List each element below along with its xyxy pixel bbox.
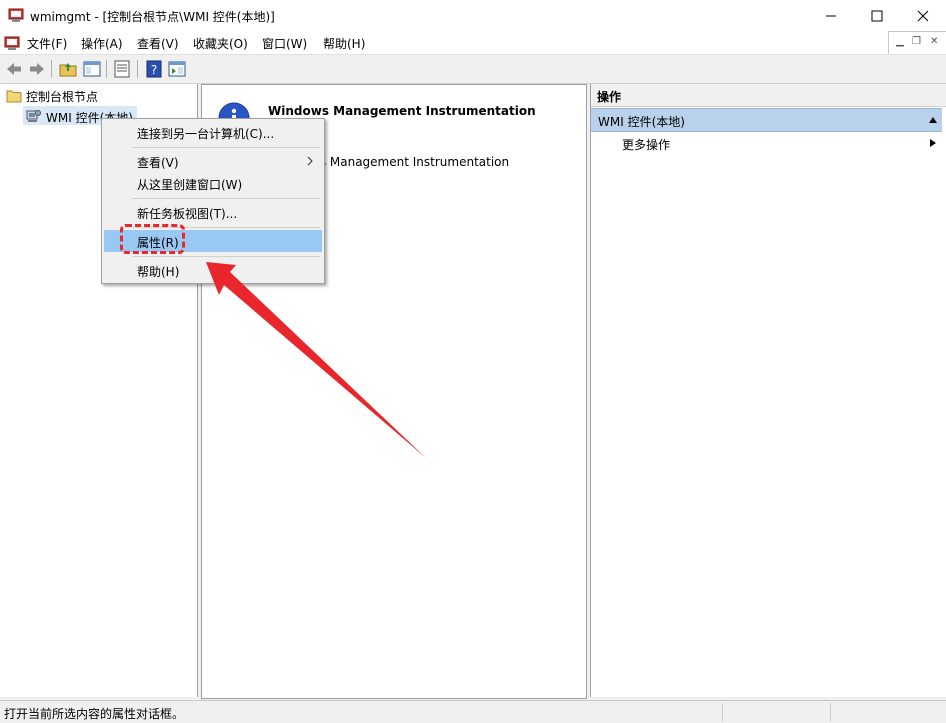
status-text: 打开当前所选内容的属性对话框。 (4, 707, 185, 721)
chevron-right-icon (307, 156, 313, 166)
menu-new-window-from-here[interactable]: 从这里创建窗口(W) (104, 172, 322, 194)
system-menu-icon[interactable] (4, 35, 20, 51)
folder-icon (6, 90, 22, 103)
close-button[interactable] (900, 0, 946, 31)
status-divider (830, 703, 831, 721)
center-description: ws Management Instrumentation (310, 155, 510, 169)
maximize-button[interactable] (854, 0, 900, 31)
toolbar-separator (137, 60, 138, 78)
context-menu: 连接到另一台计算机(C)... 查看(V) 从这里创建窗口(W) 新任务板视图(… (101, 118, 325, 284)
menu-view-submenu[interactable]: 查看(V) (104, 150, 322, 172)
actions-group-label: WMI 控件(本地) (598, 115, 685, 129)
menu-separator (132, 198, 320, 199)
menu-item-label: 新任务板视图(T)... (137, 207, 238, 221)
menu-item-label: 连接到另一台计算机(C)... (137, 127, 275, 141)
maximize-icon (871, 10, 883, 21)
menu-favorites[interactable]: 收藏夹(O) (193, 35, 248, 52)
actions-group-wmi[interactable]: WMI 控件(本地) (591, 108, 942, 132)
back-arrow-icon[interactable] (4, 59, 24, 79)
menu-window[interactable]: 窗口(W) (262, 35, 307, 52)
app-icon (8, 8, 24, 22)
svg-text:?: ? (151, 63, 157, 77)
minimize-button[interactable] (808, 0, 854, 31)
menu-item-label: 帮助(H) (137, 265, 180, 279)
forward-arrow-icon[interactable] (27, 59, 47, 79)
menu-help[interactable]: 帮助(H) (323, 35, 365, 52)
help-icon[interactable]: ? (144, 59, 164, 79)
menu-help-item[interactable]: 帮助(H) (104, 259, 322, 281)
menu-action[interactable]: 操作(A) (81, 35, 123, 52)
mdi-minimize-icon[interactable]: ▁ (896, 36, 904, 47)
toolbar: ? (0, 54, 946, 84)
menu-bar: 文件(F) 操作(A) 查看(V) 收藏夹(O) 窗口(W) 帮助(H) (0, 31, 946, 54)
action-more-actions[interactable]: 更多操作 (595, 132, 943, 152)
collapse-triangle-icon[interactable] (928, 116, 938, 124)
center-heading: Windows Management Instrumentation (268, 104, 536, 118)
title-bar: wmimgmt - [控制台根节点\WMI 控件(本地)] (0, 0, 946, 31)
up-folder-icon[interactable] (58, 59, 78, 79)
show-hide-tree-icon[interactable] (82, 59, 102, 79)
close-icon (917, 10, 929, 21)
export-list-icon[interactable] (112, 59, 132, 79)
minimize-icon (826, 15, 836, 16)
toolbar-separator (51, 60, 52, 78)
actions-header: 操作 (591, 84, 946, 107)
actions-header-label: 操作 (597, 90, 622, 104)
status-bar: 打开当前所选内容的属性对话框。 (0, 700, 946, 723)
status-divider (722, 703, 723, 721)
show-hide-action-pane-icon[interactable] (167, 59, 187, 79)
menu-item-label: 从这里创建窗口(W) (137, 178, 243, 192)
menu-separator (132, 147, 320, 148)
menu-view[interactable]: 查看(V) (137, 35, 179, 52)
tree-item-console-root[interactable]: 控制台根节点 (26, 88, 98, 105)
mdi-close-icon[interactable]: ✕ (930, 36, 938, 47)
submenu-arrow-icon (930, 139, 936, 147)
mdi-restore-icon[interactable]: ❐ (912, 36, 921, 47)
menu-separator (132, 256, 320, 257)
menu-connect-another-computer[interactable]: 连接到另一台计算机(C)... (104, 121, 322, 143)
window-title: wmimgmt - [控制台根节点\WMI 控件(本地)] (30, 10, 275, 24)
menu-file[interactable]: 文件(F) (27, 35, 67, 52)
wmi-computer-icon (26, 110, 41, 122)
annotation-highlight-box (120, 224, 185, 254)
more-actions-label: 更多操作 (622, 138, 671, 152)
actions-pane: 操作 WMI 控件(本地) 更多操作 (590, 84, 946, 697)
mdi-controls: ▁ ❐ ✕ (888, 31, 946, 55)
menu-item-label: 查看(V) (137, 156, 179, 170)
menu-new-taskpad-view[interactable]: 新任务板视图(T)... (104, 201, 322, 223)
toolbar-separator (106, 60, 107, 78)
